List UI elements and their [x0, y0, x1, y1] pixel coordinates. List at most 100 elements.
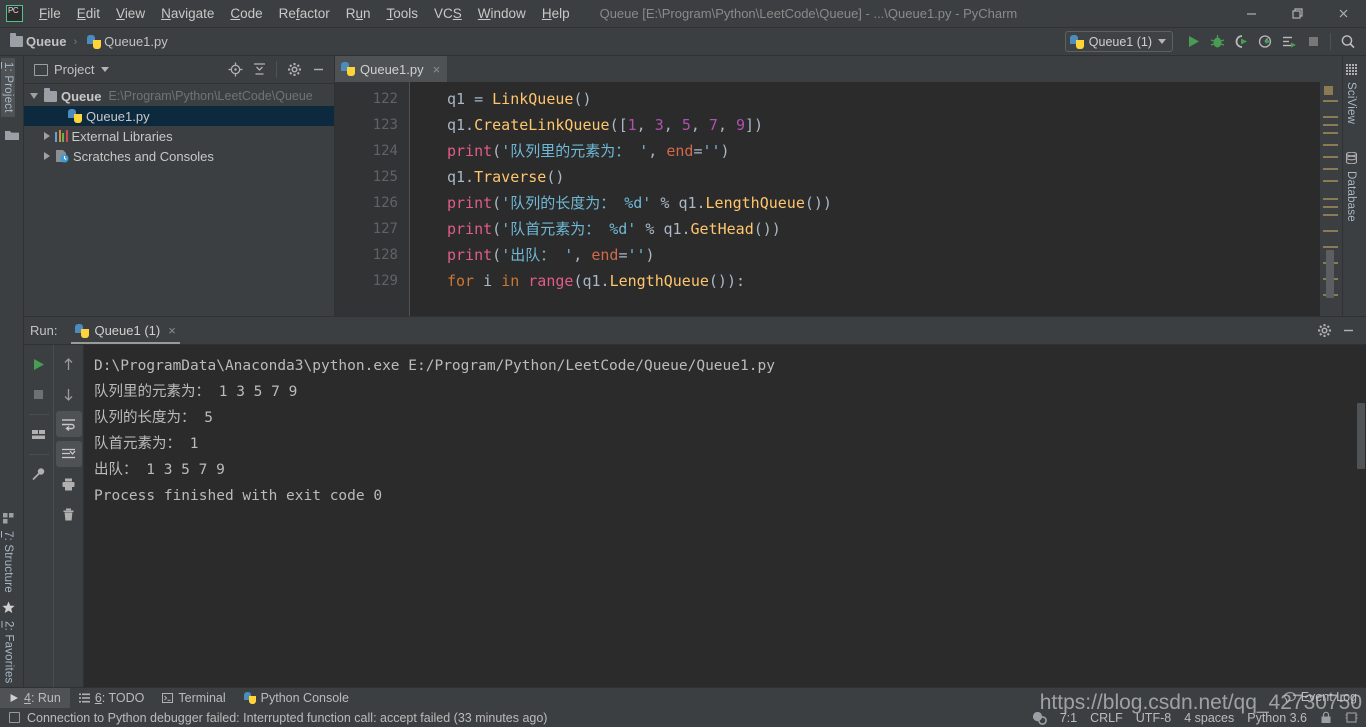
file-encoding[interactable]: UTF-8 — [1136, 711, 1171, 725]
console-scrollbar-thumb[interactable] — [1357, 403, 1365, 469]
debug-button[interactable] — [1205, 30, 1229, 54]
arrow-up-icon[interactable] — [56, 351, 82, 377]
menu-view[interactable]: View — [108, 0, 153, 28]
inspection-widget-icon[interactable] — [1032, 711, 1047, 725]
sidebar-item-label: Database — [1345, 171, 1357, 222]
run-with-options-button[interactable] — [1277, 30, 1301, 54]
hide-panel-button[interactable] — [306, 58, 330, 82]
profile-button[interactable] — [1253, 30, 1277, 54]
editor-area: Queue1.py × 122 123 124 125 126 127 128 129 q1 … — [335, 56, 1342, 316]
sidebar-item-database[interactable]: Database — [1344, 148, 1358, 226]
scroll-to-end-button[interactable] — [55, 441, 82, 467]
code-token: q1. — [447, 168, 475, 186]
run-coverage-button[interactable] — [1229, 30, 1253, 54]
sidebar-item-structure[interactable]: 7: Structure — [1, 509, 15, 597]
gear-icon[interactable] — [1312, 319, 1336, 343]
editor-marker-scrollbar[interactable] — [1320, 82, 1342, 316]
pin-icon[interactable] — [26, 461, 52, 487]
minimize-icon[interactable] — [1228, 0, 1274, 28]
menu-vcs[interactable]: VCS — [426, 0, 470, 28]
trash-icon[interactable] — [56, 501, 82, 527]
bottom-tool-window-bar: 4: Run 6: TODO Terminal Python Console — [0, 687, 1366, 709]
sidebar-item-favorites[interactable]: 2: Favorites — [1, 597, 16, 688]
chevron-right-icon[interactable] — [41, 152, 53, 160]
stop-button[interactable] — [26, 381, 52, 407]
console-scrollbar[interactable] — [1356, 345, 1366, 687]
collapse-all-button[interactable] — [247, 58, 271, 82]
close-icon[interactable]: × — [168, 323, 176, 338]
rerun-button[interactable] — [26, 351, 52, 377]
menu-file[interactable]: File — [31, 0, 69, 28]
editor-tab-label: Queue1.py — [360, 61, 424, 77]
code-line[interactable]: for i in range(q1.LengthQueue()): — [447, 268, 1342, 294]
arrow-down-icon[interactable] — [56, 381, 82, 407]
menu-tools[interactable]: Tools — [378, 0, 426, 28]
code-token: end — [591, 246, 619, 264]
bottom-item-todo[interactable]: 6: TODO — [70, 688, 154, 709]
close-icon[interactable] — [1320, 0, 1366, 28]
project-panel-title: Project — [54, 62, 95, 77]
caret-position[interactable]: 7:1 — [1060, 711, 1077, 725]
scroll-from-source-button[interactable] — [223, 58, 247, 82]
line-separator[interactable]: CRLF — [1090, 711, 1123, 725]
menu-run[interactable]: Run — [338, 0, 379, 28]
hide-panel-button[interactable] — [1336, 319, 1360, 343]
editor-marker — [1323, 156, 1338, 158]
chevron-down-icon[interactable] — [28, 93, 40, 99]
sidebar-item-sciview[interactable]: SciView — [1344, 60, 1358, 128]
menu-window[interactable]: Window — [470, 0, 534, 28]
code-token: , — [573, 246, 592, 264]
lock-icon[interactable] — [1320, 711, 1332, 724]
sidebar-item-project[interactable]: 1: Project — [1, 58, 15, 117]
code-line[interactable]: print('队列的长度为： %d' % q1.LengthQueue()) — [447, 190, 1342, 216]
code-line[interactable]: print('出队： ', end='') — [447, 242, 1342, 268]
tree-item-scratches-and-consoles[interactable]: Scratches and Consoles — [24, 146, 334, 166]
tree-item-label: Queue1.py — [86, 108, 150, 124]
menu-edit[interactable]: Edit — [69, 0, 108, 28]
layout-button[interactable] — [26, 421, 52, 447]
code-token: print — [447, 142, 493, 160]
menu-help[interactable]: Help — [534, 0, 578, 28]
breadcrumb-queue[interactable]: Queue — [0, 33, 71, 49]
gear-icon[interactable] — [282, 58, 306, 82]
tree-item-queue1py[interactable]: Queue1.py — [24, 106, 334, 126]
indent-setting[interactable]: 4 spaces — [1184, 711, 1234, 725]
project-window-icon — [34, 63, 48, 76]
bottom-item-terminal[interactable]: Terminal — [153, 688, 234, 709]
run-tab-queue1[interactable]: Queue1 (1) × — [71, 318, 181, 344]
code-line[interactable]: print('队首元素为： %d' % q1.GetHead()) — [447, 216, 1342, 242]
menu-refactor[interactable]: Refactor — [271, 0, 338, 28]
stop-button[interactable] — [1301, 30, 1325, 54]
event-log-button[interactable]: Event Log — [1283, 690, 1357, 704]
tree-item-external-libraries[interactable]: External Libraries — [24, 126, 334, 146]
run-button[interactable] — [1181, 30, 1205, 54]
editor-scrollbar-thumb[interactable] — [1326, 250, 1334, 298]
status-message-area[interactable]: Connection to Python debugger failed: In… — [0, 711, 547, 725]
search-everywhere-button[interactable] — [1336, 30, 1360, 54]
breadcrumb-queue1py[interactable]: Queue1.py — [79, 34, 173, 49]
bottom-item-python-console[interactable]: Python Console — [235, 688, 358, 709]
bottom-item-run[interactable]: 4: Run — [0, 687, 70, 709]
soft-wrap-button[interactable] — [55, 411, 82, 437]
menu-code[interactable]: Code — [222, 0, 270, 28]
code-line[interactable]: q1.CreateLinkQueue([1, 3, 5, 7, 9]) — [447, 112, 1342, 138]
console-output[interactable]: D:\ProgramData\Anaconda3\python.exe E:/P… — [84, 345, 1366, 687]
code-line[interactable]: q1.Traverse() — [447, 164, 1342, 190]
maximize-icon[interactable] — [1274, 0, 1320, 28]
console-line: D:\ProgramData\Anaconda3\python.exe E:/P… — [94, 358, 775, 374]
menu-navigate[interactable]: Navigate — [153, 0, 222, 28]
python-interpreter[interactable]: Python 3.6 — [1247, 711, 1307, 725]
code-line[interactable]: q1 = LinkQueue() — [447, 86, 1342, 112]
run-configuration-selector[interactable]: Queue1 (1) — [1064, 31, 1173, 52]
memory-indicator-icon[interactable] — [1345, 711, 1358, 724]
editor-tab-queue1py[interactable]: Queue1.py × — [335, 56, 448, 82]
left-bar-bottom-group: 7: Structure 2: Favorites — [0, 509, 24, 687]
code-token: '' — [702, 142, 721, 160]
code-text[interactable]: q1 = LinkQueue() q1.CreateLinkQueue([1, 3… — [410, 82, 1342, 316]
close-icon[interactable]: × — [433, 62, 441, 77]
code-line[interactable]: print('队列里的元素为： ', end='') — [447, 138, 1342, 164]
tree-item-queue[interactable]: Queue E:\Program\Python\LeetCode\Queue — [24, 86, 334, 106]
printer-icon[interactable] — [56, 471, 82, 497]
chevron-right-icon[interactable] — [41, 132, 53, 140]
chevron-down-icon[interactable] — [101, 67, 110, 72]
